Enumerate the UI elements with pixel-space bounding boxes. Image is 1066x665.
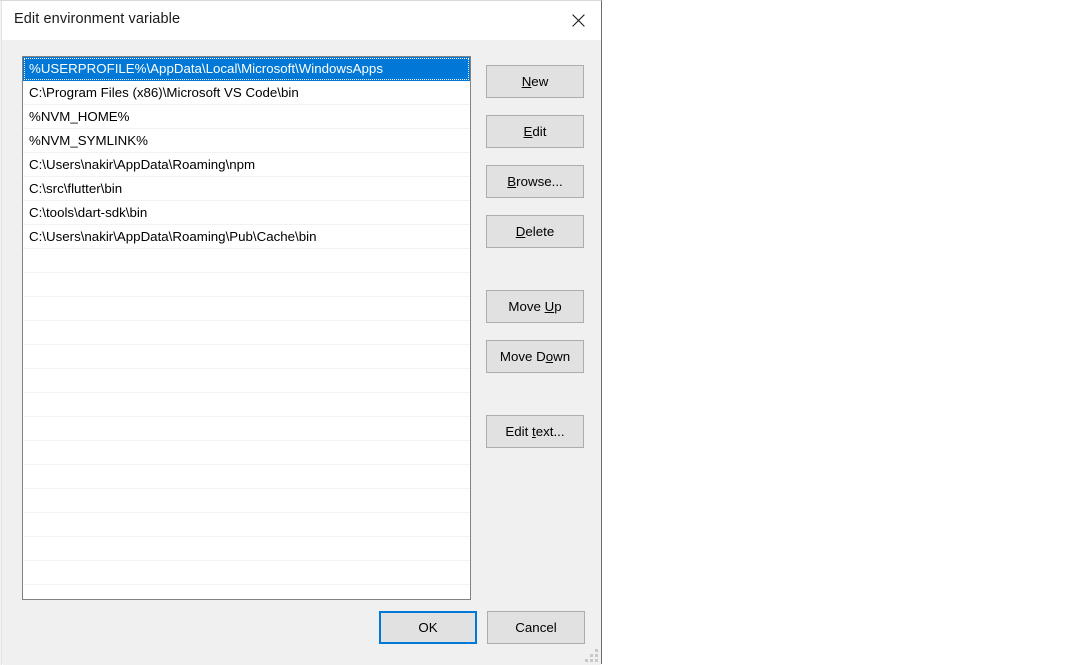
resize-grip-dot	[595, 659, 598, 662]
list-item[interactable]: C:\Users\nakir\AppData\Roaming\Pub\Cache…	[23, 225, 470, 249]
delete-button[interactable]: Delete	[486, 215, 584, 248]
close-button[interactable]	[555, 1, 601, 40]
list-item-empty[interactable]	[23, 321, 470, 345]
delete-button-label: Delete	[516, 224, 554, 239]
move-up-button-label: Move Up	[508, 299, 561, 314]
window-left-frame	[0, 1, 2, 665]
ok-button[interactable]: OK	[379, 611, 477, 644]
titlebar[interactable]: Edit environment variable	[2, 1, 601, 40]
close-icon	[572, 14, 585, 27]
resize-grip-dot	[585, 659, 588, 662]
list-item-value: %USERPROFILE%\AppData\Local\Microsoft\Wi…	[29, 61, 383, 76]
list-item-empty[interactable]	[23, 513, 470, 537]
browse-button-label: Browse...	[507, 174, 562, 189]
new-button[interactable]: New	[486, 65, 584, 98]
list-item-value: %NVM_HOME%	[29, 109, 129, 124]
dialog-client-area: %USERPROFILE%\AppData\Local\Microsoft\Wi…	[3, 40, 601, 665]
list-item-empty[interactable]	[23, 249, 470, 273]
list-item-empty[interactable]	[23, 273, 470, 297]
edit-text-button-label: Edit text...	[505, 424, 564, 439]
list-item[interactable]: C:\src\flutter\bin	[23, 177, 470, 201]
edit-text-button[interactable]: Edit text...	[486, 415, 584, 448]
list-item-empty[interactable]	[23, 465, 470, 489]
desktop-background: Edit environment variable %USERPROFILE%\…	[0, 0, 1066, 664]
cancel-button-label: Cancel	[515, 620, 556, 635]
list-item[interactable]: C:\Users\nakir\AppData\Roaming\npm	[23, 153, 470, 177]
edit-environment-variable-dialog: Edit environment variable %USERPROFILE%\…	[0, 0, 602, 664]
resize-grip-dot	[590, 659, 593, 662]
new-button-label: New	[522, 74, 549, 89]
list-item[interactable]: C:\Program Files (x86)\Microsoft VS Code…	[23, 81, 470, 105]
browse-button[interactable]: Browse...	[486, 165, 584, 198]
path-listbox[interactable]: %USERPROFILE%\AppData\Local\Microsoft\Wi…	[22, 56, 471, 600]
list-item-empty[interactable]	[23, 561, 470, 585]
window-title: Edit environment variable	[14, 11, 180, 27]
list-item-empty[interactable]	[23, 537, 470, 561]
cancel-button[interactable]: Cancel	[487, 611, 585, 644]
list-item[interactable]: %USERPROFILE%\AppData\Local\Microsoft\Wi…	[23, 57, 470, 81]
move-down-button[interactable]: Move Down	[486, 340, 584, 373]
list-item-empty[interactable]	[23, 393, 470, 417]
move-up-button[interactable]: Move Up	[486, 290, 584, 323]
list-item[interactable]: %NVM_HOME%	[23, 105, 470, 129]
resize-grip-dot	[595, 654, 598, 657]
resize-grip[interactable]	[585, 649, 598, 662]
list-item-empty[interactable]	[23, 417, 470, 441]
list-item-value: C:\Program Files (x86)\Microsoft VS Code…	[29, 85, 299, 100]
resize-grip-dot	[590, 654, 593, 657]
list-item-value: C:\tools\dart-sdk\bin	[29, 205, 147, 220]
edit-button[interactable]: Edit	[486, 115, 584, 148]
resize-grip-dot	[595, 649, 598, 652]
list-item-value: %NVM_SYMLINK%	[29, 133, 148, 148]
move-down-button-label: Move Down	[500, 349, 570, 364]
list-item[interactable]: C:\tools\dart-sdk\bin	[23, 201, 470, 225]
list-item[interactable]: %NVM_SYMLINK%	[23, 129, 470, 153]
list-item-empty[interactable]	[23, 489, 470, 513]
list-item-value: C:\src\flutter\bin	[29, 181, 122, 196]
list-item-value: C:\Users\nakir\AppData\Roaming\Pub\Cache…	[29, 229, 317, 244]
list-item-empty[interactable]	[23, 297, 470, 321]
list-item-value: C:\Users\nakir\AppData\Roaming\npm	[29, 157, 255, 172]
edit-button-label: Edit	[524, 124, 547, 139]
list-item-empty[interactable]	[23, 441, 470, 465]
list-item-empty[interactable]	[23, 345, 470, 369]
list-item-empty[interactable]	[23, 369, 470, 393]
ok-button-label: OK	[418, 620, 437, 635]
